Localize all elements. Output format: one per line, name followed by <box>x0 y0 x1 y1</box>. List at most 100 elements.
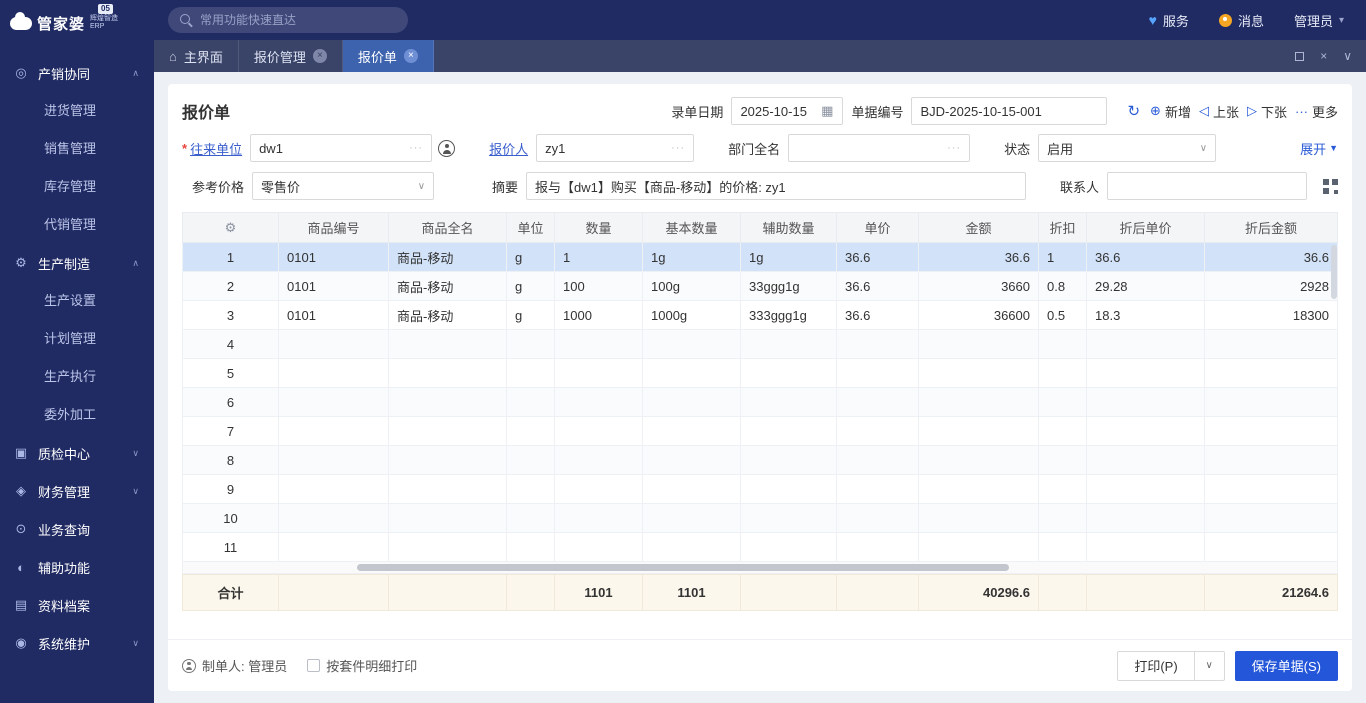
cell-name[interactable] <box>389 359 507 388</box>
cell-base_qty[interactable] <box>643 533 741 562</box>
cell-base_qty[interactable] <box>643 330 741 359</box>
cell-unit[interactable] <box>507 533 555 562</box>
message-menu[interactable]: 消息 <box>1219 11 1264 30</box>
status-select[interactable]: 启用 ∨ <box>1038 134 1216 162</box>
cell-no[interactable]: 9 <box>183 475 279 504</box>
cell-qty[interactable] <box>555 417 643 446</box>
cell-aux_qty[interactable] <box>741 446 837 475</box>
cell-discount[interactable] <box>1039 359 1087 388</box>
cell-name[interactable]: 商品-移动 <box>389 301 507 330</box>
expand-toggle[interactable]: 展开 ▼ <box>1300 139 1338 158</box>
cell-aux_qty[interactable] <box>741 388 837 417</box>
next-record-button[interactable]: ▷下张 <box>1247 102 1287 121</box>
cell-no[interactable]: 4 <box>183 330 279 359</box>
cell-amount[interactable] <box>919 330 1039 359</box>
close-icon[interactable]: × <box>1320 49 1327 63</box>
cell-qty[interactable] <box>555 446 643 475</box>
cell-name[interactable]: 商品-移动 <box>389 243 507 272</box>
cell-name[interactable] <box>389 475 507 504</box>
sidebar-item-0-2[interactable]: 库存管理 <box>0 168 154 206</box>
cell-name[interactable] <box>389 446 507 475</box>
table-row-8[interactable]: 8 <box>183 446 1338 475</box>
quoter-input[interactable]: zy1 ··· <box>536 134 694 162</box>
sidebar-item-0-0[interactable]: 进货管理 <box>0 92 154 130</box>
cell-disc_amount[interactable] <box>1205 446 1338 475</box>
cell-code[interactable] <box>279 446 389 475</box>
cell-code[interactable] <box>279 330 389 359</box>
scrollbar-thumb[interactable] <box>357 564 1009 571</box>
more-button[interactable]: ···更多 <box>1295 102 1338 121</box>
cell-unit[interactable]: g <box>507 272 555 301</box>
cell-no[interactable]: 2 <box>183 272 279 301</box>
cell-price[interactable] <box>837 388 919 417</box>
cell-aux_qty[interactable] <box>741 533 837 562</box>
sidebar-section-5[interactable]: ◐辅助功能 <box>0 548 154 586</box>
print-dropdown-button[interactable]: ∨ <box>1195 651 1225 681</box>
record-date-input[interactable]: 2025-10-15 ▦ <box>731 97 843 125</box>
sidebar-section-4[interactable]: ⊙业务查询 <box>0 510 154 548</box>
cell-disc_price[interactable] <box>1087 533 1205 562</box>
close-icon[interactable]: × <box>313 49 327 63</box>
cell-base_qty[interactable] <box>643 417 741 446</box>
cell-code[interactable] <box>279 475 389 504</box>
cell-qty[interactable] <box>555 504 643 533</box>
partner-input[interactable]: dw1 ··· <box>250 134 432 162</box>
cell-disc_amount[interactable] <box>1205 533 1338 562</box>
cell-unit[interactable]: g <box>507 243 555 272</box>
cell-aux_qty[interactable]: 333ggg1g <box>741 301 837 330</box>
save-button[interactable]: 保存单据(S) <box>1235 651 1338 681</box>
cell-disc_price[interactable]: 29.28 <box>1087 272 1205 301</box>
cell-unit[interactable] <box>507 504 555 533</box>
partner-label[interactable]: 往来单位 <box>190 139 242 158</box>
cell-qty[interactable] <box>555 330 643 359</box>
cell-discount[interactable]: 1 <box>1039 243 1087 272</box>
cell-discount[interactable] <box>1039 388 1087 417</box>
contact-input[interactable] <box>1107 172 1307 200</box>
cell-disc_price[interactable] <box>1087 446 1205 475</box>
service-menu[interactable]: ♥ 服务 <box>1149 11 1189 30</box>
horizontal-scrollbar[interactable] <box>182 562 1338 574</box>
cell-name[interactable] <box>389 504 507 533</box>
tab-0[interactable]: ⌂主界面 <box>154 40 239 72</box>
cell-amount[interactable]: 36.6 <box>919 243 1039 272</box>
cell-name[interactable] <box>389 388 507 417</box>
cell-base_qty[interactable] <box>643 446 741 475</box>
doc-no-input[interactable]: BJD-2025-10-15-001 <box>911 97 1107 125</box>
sidebar-section-0[interactable]: ◎产销协同∧ <box>0 54 154 92</box>
vertical-scrollbar[interactable] <box>1331 245 1337 299</box>
cell-code[interactable]: 0101 <box>279 272 389 301</box>
sidebar-item-1-3[interactable]: 委外加工 <box>0 396 154 434</box>
cell-qty[interactable] <box>555 388 643 417</box>
cell-price[interactable] <box>837 475 919 504</box>
cell-amount[interactable] <box>919 417 1039 446</box>
table-row-7[interactable]: 7 <box>183 417 1338 446</box>
cell-disc_price[interactable] <box>1087 330 1205 359</box>
cell-price[interactable] <box>837 359 919 388</box>
cell-no[interactable]: 6 <box>183 388 279 417</box>
checkbox-icon[interactable] <box>307 659 320 672</box>
cell-unit[interactable] <box>507 330 555 359</box>
cell-no[interactable]: 10 <box>183 504 279 533</box>
cell-price[interactable]: 36.6 <box>837 272 919 301</box>
sidebar-section-7[interactable]: ◉系统维护∨ <box>0 624 154 662</box>
cell-code[interactable] <box>279 359 389 388</box>
cell-aux_qty[interactable] <box>741 504 837 533</box>
sidebar-section-3[interactable]: ◈财务管理∨ <box>0 472 154 510</box>
quick-search[interactable] <box>168 7 408 33</box>
cell-base_qty[interactable]: 1g <box>643 243 741 272</box>
cell-discount[interactable] <box>1039 330 1087 359</box>
cell-discount[interactable] <box>1039 533 1087 562</box>
cell-unit[interactable]: g <box>507 301 555 330</box>
collapse-icon[interactable]: ∨ <box>1343 49 1352 63</box>
cell-unit[interactable] <box>507 417 555 446</box>
tab-1[interactable]: 报价管理× <box>239 40 343 72</box>
cell-aux_qty[interactable] <box>741 359 837 388</box>
ref-price-select[interactable]: 零售价 ∨ <box>252 172 434 200</box>
cell-amount[interactable]: 3660 <box>919 272 1039 301</box>
person-icon[interactable] <box>438 140 455 157</box>
cell-aux_qty[interactable] <box>741 475 837 504</box>
cell-disc_amount[interactable] <box>1205 475 1338 504</box>
cell-unit[interactable] <box>507 475 555 504</box>
cell-disc_price[interactable] <box>1087 504 1205 533</box>
cell-code[interactable] <box>279 533 389 562</box>
